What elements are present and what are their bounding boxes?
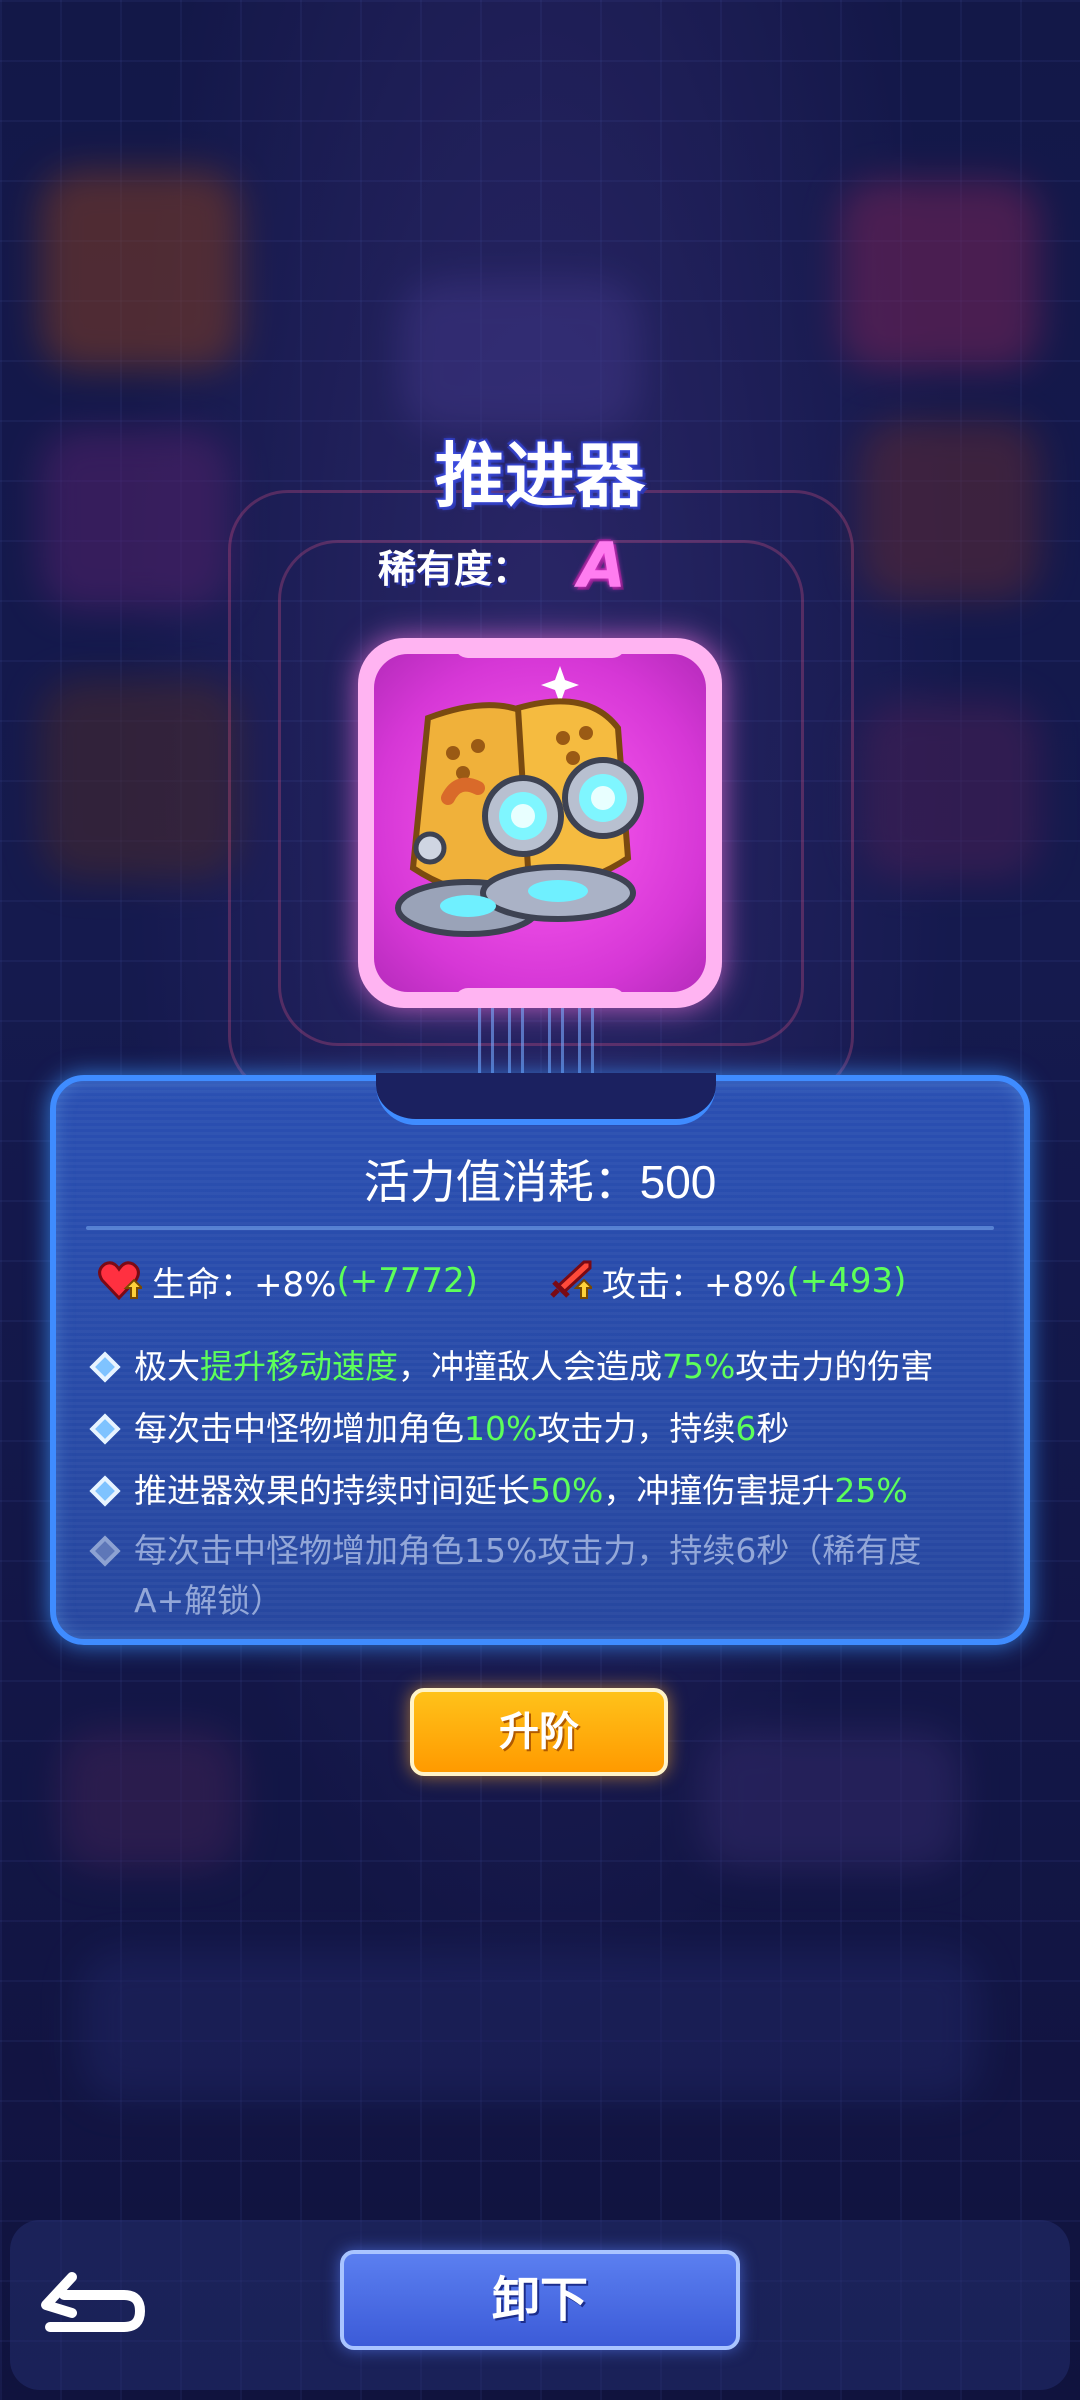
stat-attack: 攻击：+8% (+493) bbox=[546, 1251, 906, 1311]
stat-hp-label: 生命：+8% bbox=[152, 1264, 337, 1305]
rarity-label: 稀有度： bbox=[378, 546, 531, 591]
stat-hp: 生命：+8% (+7772) bbox=[96, 1251, 478, 1311]
back-arrow-icon[interactable] bbox=[36, 2265, 146, 2345]
diamond-bullet-icon bbox=[89, 1535, 121, 1567]
stat-attack-label: 攻击：+8% bbox=[602, 1264, 787, 1305]
unequip-button[interactable]: 卸下 bbox=[340, 2250, 740, 2350]
diamond-bullet-icon bbox=[89, 1475, 121, 1507]
skill-text: 推进器效果的持续时间延长50%，冲撞伤害提升25% bbox=[134, 1471, 908, 1510]
skill-item: 极大提升移动速度，冲撞敌人会造成75%攻击力的伤害 bbox=[89, 1336, 994, 1398]
upgrade-button[interactable]: 升阶 bbox=[410, 1688, 668, 1776]
panel-notch bbox=[376, 1073, 716, 1125]
diamond-bullet-icon bbox=[89, 1351, 121, 1383]
item-card bbox=[358, 638, 722, 1008]
divider bbox=[86, 1226, 994, 1230]
stamina-cost: 活力值消耗：500 bbox=[363, 1156, 717, 1208]
skill-text-locked: 每次击中怪物增加角色15%攻击力，持续6秒（稀有度A+解锁） bbox=[134, 1531, 922, 1620]
stat-attack-bonus: (+493) bbox=[786, 1261, 907, 1301]
item-details-panel: 活力值消耗：500 生命：+8% (+7772) 攻击：+8% (+493) 极… bbox=[50, 1073, 1030, 1645]
heart-up-icon bbox=[98, 1261, 142, 1301]
skill-item: 推进器效果的持续时间延长50%，冲撞伤害提升25% bbox=[89, 1460, 994, 1522]
rarity-badge: A bbox=[578, 528, 626, 602]
item-title: 推进器 bbox=[435, 435, 645, 517]
diamond-bullet-icon bbox=[89, 1413, 121, 1445]
stat-hp-bonus: (+7772) bbox=[336, 1261, 478, 1301]
rarity-row: 稀有度： A bbox=[378, 529, 626, 602]
skill-list: 极大提升移动速度，冲撞敌人会造成75%攻击力的伤害 每次击中怪物增加角色10%攻… bbox=[89, 1336, 994, 1626]
skill-text: 每次击中怪物增加角色10%攻击力，持续6秒 bbox=[134, 1409, 790, 1448]
thruster-icon bbox=[395, 666, 644, 937]
skill-item-locked: 每次击中怪物增加角色15%攻击力，持续6秒（稀有度A+解锁） bbox=[89, 1526, 994, 1626]
sword-up-icon bbox=[550, 1260, 592, 1299]
skill-text: 极大提升移动速度，冲撞敌人会造成75%攻击力的伤害 bbox=[134, 1347, 934, 1386]
skill-item: 每次击中怪物增加角色10%攻击力，持续6秒 bbox=[89, 1398, 994, 1460]
